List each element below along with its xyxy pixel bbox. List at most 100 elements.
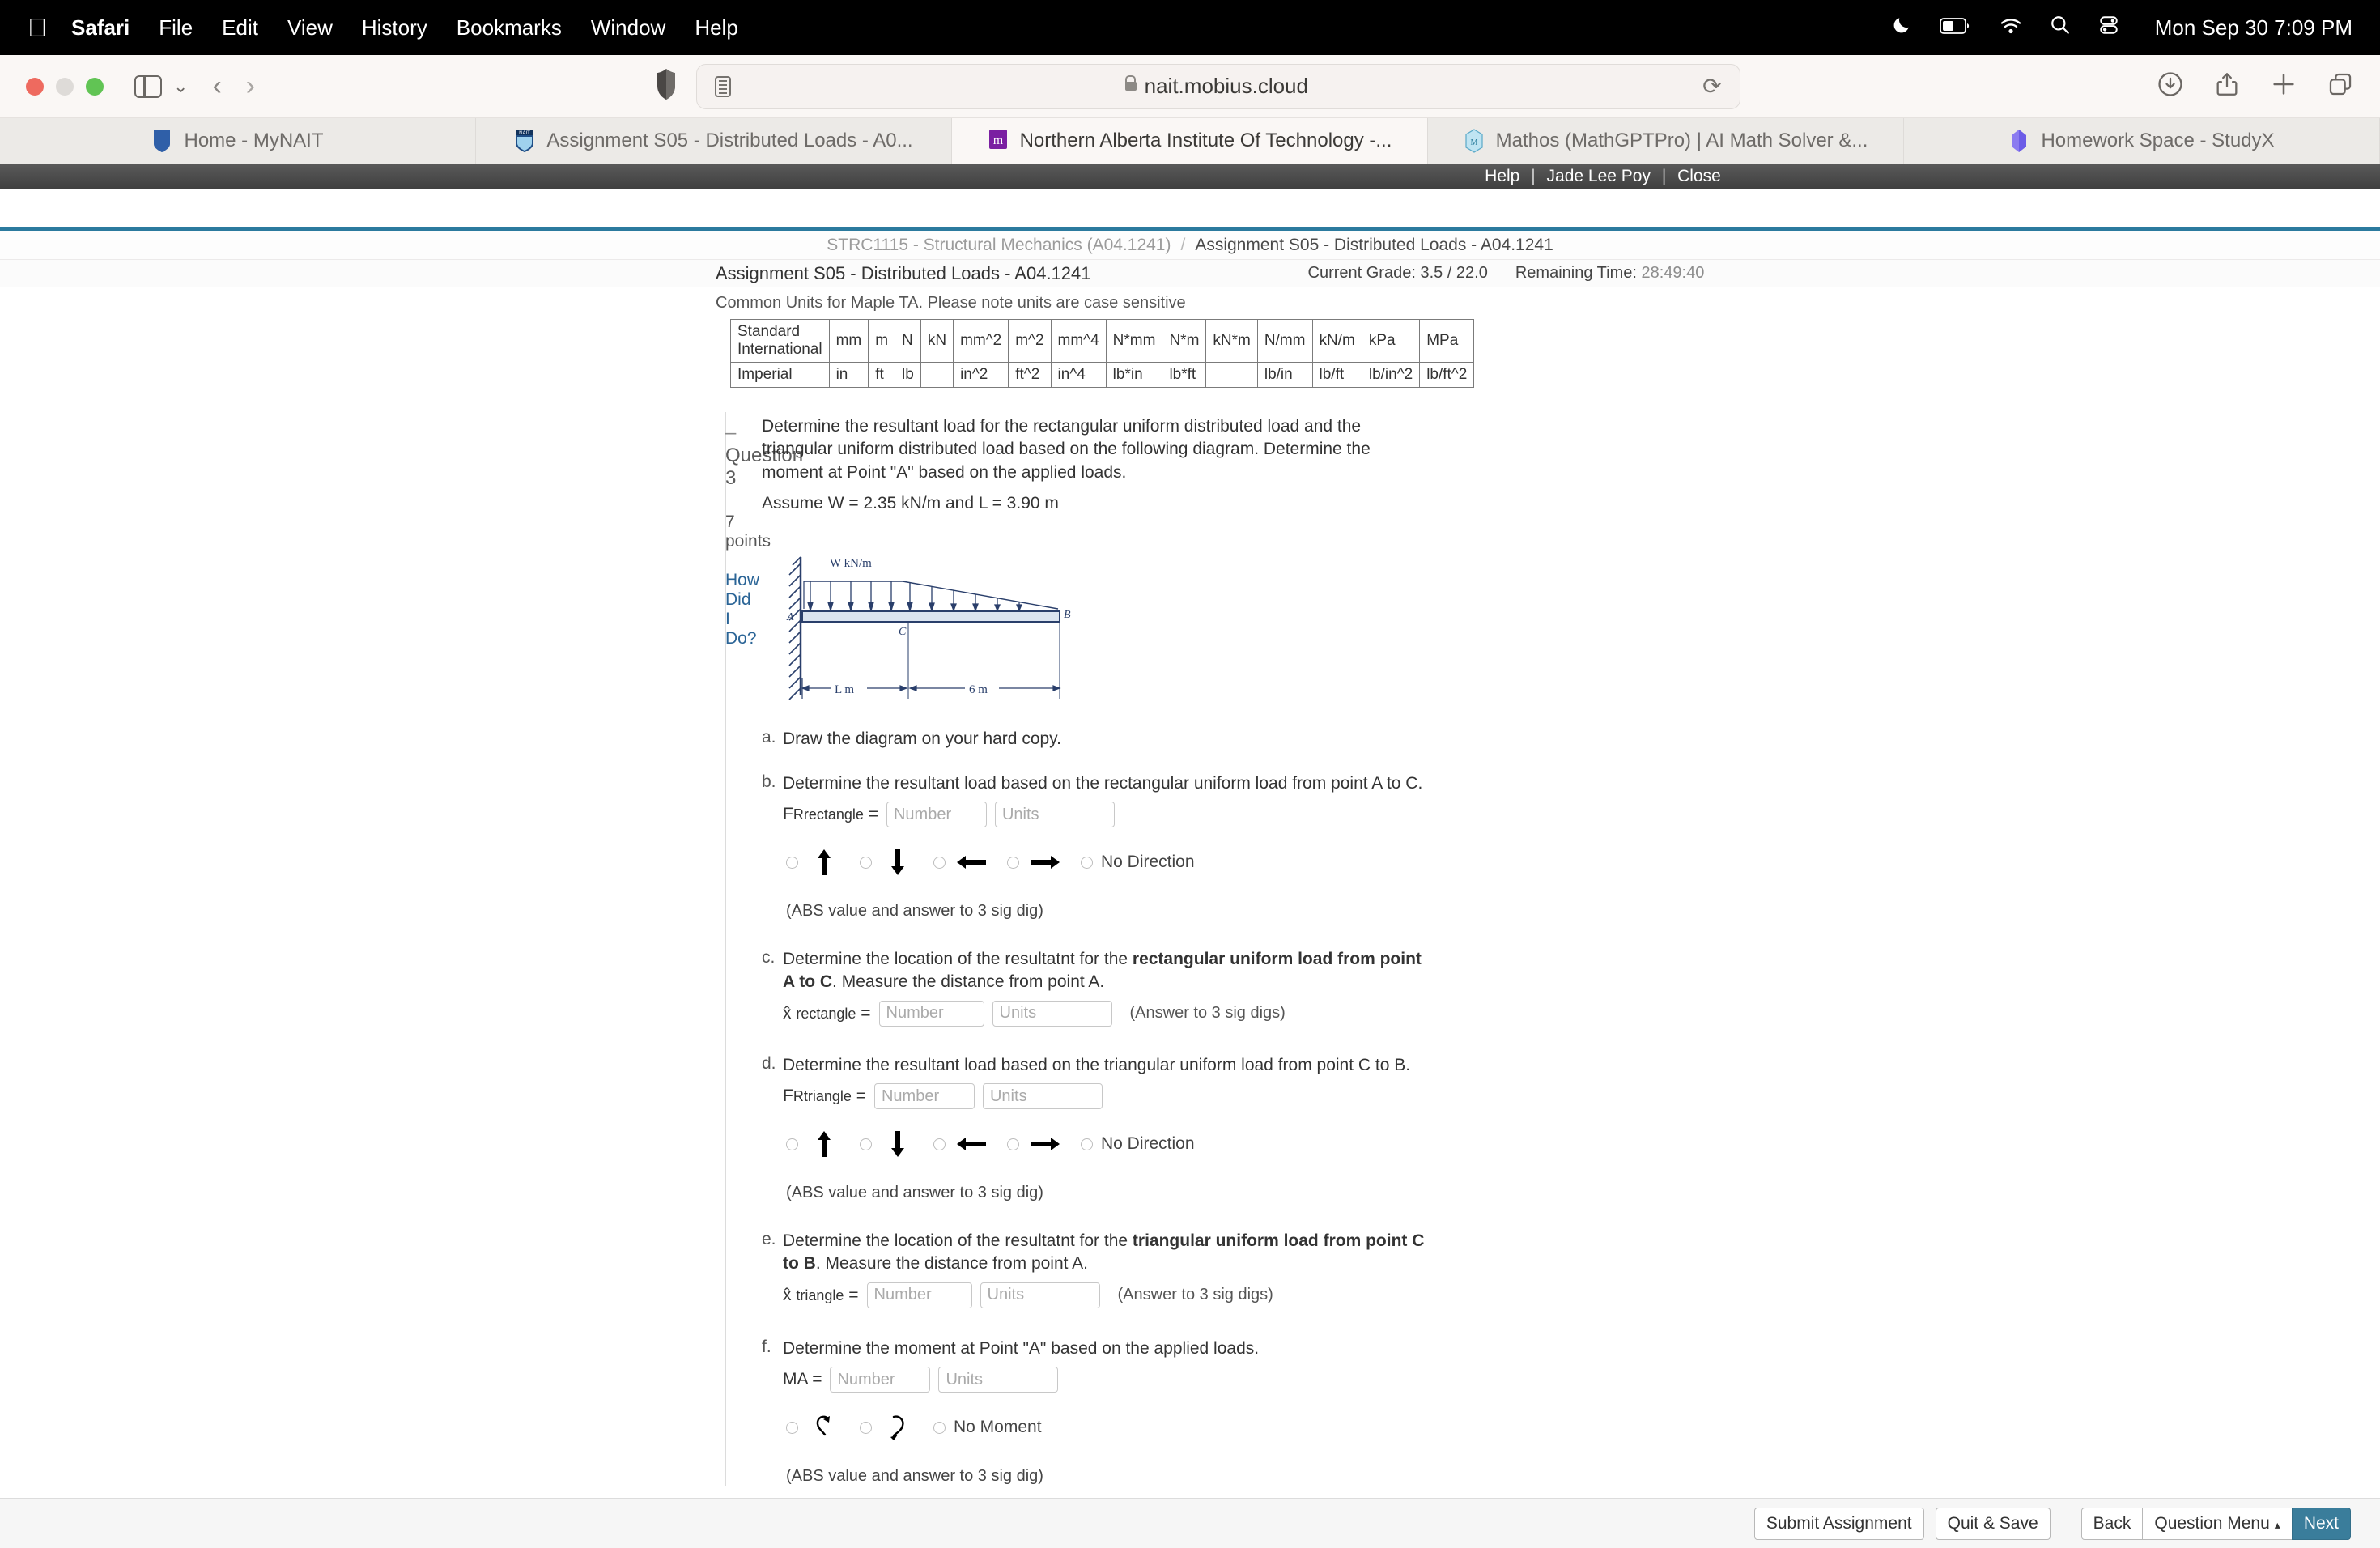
units-row-label: Standard International — [730, 319, 830, 363]
moment-a-units-input[interactable]: Units — [938, 1367, 1059, 1393]
radio-right[interactable] — [1007, 1138, 1019, 1150]
menu-item-bookmarks[interactable]: Bookmarks — [457, 15, 562, 40]
direction-option-left[interactable] — [933, 1127, 989, 1161]
xbar-triangle-number-input[interactable]: Number — [866, 1282, 972, 1308]
part-c-hint: (Answer to 3 sig digs) — [1129, 1004, 1286, 1023]
menu-item-file[interactable]: File — [159, 15, 193, 40]
back-button[interactable]: ‹ — [212, 70, 221, 102]
moon-icon[interactable] — [1891, 15, 1912, 41]
common-units-table: Standard International mm m N kN mm^2 m^… — [730, 319, 1475, 388]
radio-up[interactable] — [786, 856, 798, 869]
moment-a-label: MA = — [783, 1370, 822, 1389]
moment-option-ccw[interactable] — [786, 1410, 842, 1444]
direction-option-up[interactable] — [786, 845, 842, 879]
privacy-shield-icon[interactable] — [656, 68, 677, 104]
search-icon[interactable] — [2050, 15, 2071, 41]
tab-overview-icon[interactable] — [2327, 70, 2354, 102]
radio-up[interactable] — [786, 1138, 798, 1150]
next-button[interactable]: Next — [2291, 1507, 2351, 1540]
back-button[interactable]: Back — [2080, 1507, 2144, 1540]
battery-icon[interactable] — [1939, 15, 1972, 40]
browser-tab-2[interactable]: m Northern Alberta Institute Of Technolo… — [952, 118, 1428, 164]
direction-option-left[interactable] — [933, 845, 989, 879]
units-cell: MPa — [1419, 319, 1475, 363]
fr-triangle-units-input[interactable]: Units — [982, 1083, 1103, 1110]
address-bar[interactable]: nait.mobius.cloud ⟳ — [695, 63, 1740, 109]
wifi-icon[interactable] — [2000, 15, 2022, 40]
close-link[interactable]: Close — [1677, 167, 1721, 185]
menu-item-history[interactable]: History — [362, 15, 427, 40]
direction-option-right[interactable] — [1007, 1127, 1063, 1161]
radio-down[interactable] — [860, 856, 872, 869]
question-menu-button[interactable]: Question Menu ▴ — [2142, 1507, 2293, 1540]
svg-text:L m: L m — [835, 683, 854, 696]
apple-icon[interactable]:  — [28, 15, 47, 40]
fr-rectangle-number-input[interactable]: Number — [886, 802, 987, 828]
current-grade-label: Current Grade: — [1307, 264, 1416, 282]
downloads-icon[interactable] — [2157, 70, 2184, 102]
breadcrumb-course-link[interactable]: STRC1115 - Structural Mechanics (A04.124… — [827, 236, 1171, 255]
direction-option-up[interactable] — [786, 1127, 842, 1161]
up-arrow-icon — [806, 845, 842, 879]
menu-bar-clock[interactable]: Mon Sep 30 7:09 PM — [2155, 15, 2352, 40]
help-link[interactable]: Help — [1485, 167, 1519, 185]
submit-assignment-button[interactable]: Submit Assignment — [1753, 1507, 1924, 1540]
navigation-button-group: Back Question Menu ▴ Next — [2080, 1507, 2351, 1540]
direction-option-none[interactable]: No Direction — [1081, 1134, 1195, 1154]
minimize-window-button[interactable] — [56, 77, 74, 96]
share-icon[interactable] — [2213, 70, 2241, 102]
assignment-action-bar: Submit Assignment Quit & Save Back Quest… — [0, 1498, 2380, 1548]
browser-tab-4[interactable]: Homework Space - StudyX — [1904, 118, 2380, 164]
close-window-button[interactable] — [26, 77, 44, 96]
user-name-link[interactable]: Jade Lee Poy — [1547, 167, 1651, 185]
units-cell: mm^4 — [1050, 319, 1107, 363]
menu-item-view[interactable]: View — [287, 15, 333, 40]
xbar-triangle-units-input[interactable]: Units — [980, 1282, 1100, 1308]
table-row: Standard International mm m N kN mm^2 m^… — [730, 319, 1475, 363]
beam-load-diagram: W kN/m A B C L m 6 m — [783, 549, 1617, 707]
fr-rectangle-units-input[interactable]: Units — [994, 802, 1115, 828]
left-arrow-icon — [954, 1127, 989, 1161]
macos-menu-bar:  Safari File Edit View History Bookmark… — [0, 0, 2380, 55]
moment-option-none[interactable]: No Moment — [933, 1418, 1042, 1437]
browser-tab-0[interactable]: Home - MyNAIT — [0, 118, 476, 164]
radio-clockwise[interactable] — [860, 1421, 872, 1434]
xbar-rectangle-units-input[interactable]: Units — [992, 1000, 1112, 1027]
forward-button[interactable]: › — [246, 70, 255, 102]
quit-and-save-button[interactable]: Quit & Save — [1935, 1507, 2051, 1540]
menu-item-window[interactable]: Window — [591, 15, 665, 40]
part-f-moment-radios: No Moment — [783, 1410, 1617, 1444]
radio-left[interactable] — [933, 1138, 946, 1150]
reader-view-icon[interactable] — [714, 75, 731, 97]
menu-item-help[interactable]: Help — [695, 15, 737, 40]
browser-tab-3[interactable]: M Mathos (MathGPTPro) | AI Math Solver &… — [1428, 118, 1904, 164]
part-d-note: (ABS value and answer to 3 sig dig) — [786, 1184, 1043, 1202]
direction-option-down[interactable] — [860, 1127, 916, 1161]
browser-tab-1[interactable]: NAIT Assignment S05 - Distributed Loads … — [476, 118, 952, 164]
xbar-rectangle-number-input[interactable]: Number — [878, 1000, 984, 1027]
new-tab-icon[interactable] — [2270, 70, 2297, 102]
direction-option-down[interactable] — [860, 845, 916, 879]
fr-triangle-number-input[interactable]: Number — [873, 1083, 975, 1110]
question-body: Determine the resultant load for the rec… — [726, 412, 1617, 1486]
radio-no-direction[interactable] — [1081, 1138, 1093, 1150]
radio-right[interactable] — [1007, 856, 1019, 869]
sidebar-icon[interactable] — [134, 74, 162, 98]
moment-option-cw[interactable] — [860, 1410, 916, 1444]
radio-counterclockwise[interactable] — [786, 1421, 798, 1434]
menu-item-edit[interactable]: Edit — [222, 15, 258, 40]
radio-down[interactable] — [860, 1138, 872, 1150]
svg-text:NAIT: NAIT — [520, 131, 531, 136]
control-center-icon[interactable] — [2098, 15, 2119, 41]
radio-no-direction[interactable] — [1081, 856, 1093, 869]
direction-option-right[interactable] — [1007, 845, 1063, 879]
breadcrumb: STRC1115 - Structural Mechanics (A04.124… — [0, 231, 2380, 260]
radio-left[interactable] — [933, 856, 946, 869]
direction-option-none[interactable]: No Direction — [1081, 853, 1195, 872]
radio-no-moment[interactable] — [933, 1421, 946, 1434]
chevron-down-icon[interactable]: ⌄ — [173, 76, 188, 97]
maximize-window-button[interactable] — [86, 77, 104, 96]
moment-a-number-input[interactable]: Number — [830, 1367, 931, 1393]
reload-icon[interactable]: ⟳ — [1702, 73, 1721, 100]
menu-item-safari[interactable]: Safari — [71, 15, 130, 40]
